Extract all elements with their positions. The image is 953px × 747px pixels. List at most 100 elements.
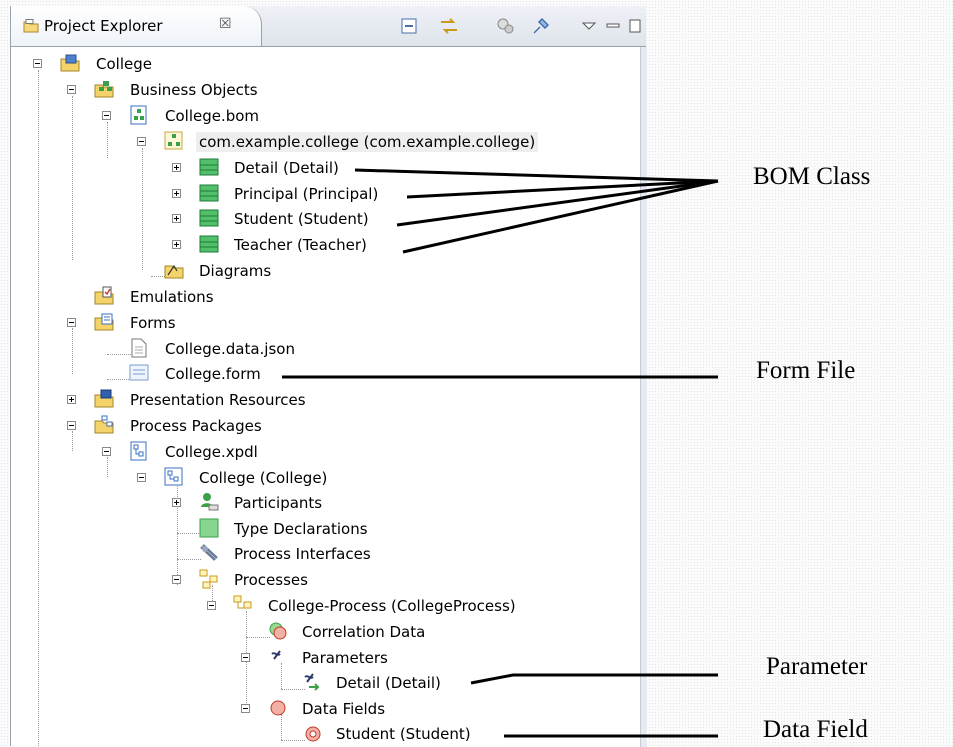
callout-bom-class: BOM Class bbox=[753, 163, 871, 190]
correlation-data-icon bbox=[269, 622, 287, 640]
tree-guide bbox=[107, 354, 131, 355]
process-packages-folder-icon bbox=[94, 415, 114, 434]
file-icon bbox=[131, 338, 147, 358]
tree-label: Business Objects bbox=[130, 81, 258, 99]
tree-guide bbox=[72, 328, 73, 374]
view-tab-bar: Project Explorer ☒ bbox=[11, 6, 646, 47]
class-icon bbox=[199, 235, 219, 253]
xpdl-file-icon bbox=[130, 441, 147, 461]
minimize-icon[interactable] bbox=[603, 16, 623, 36]
tree-guide bbox=[177, 559, 201, 560]
expand-icon[interactable] bbox=[172, 214, 181, 223]
project-explorer-tab[interactable]: Project Explorer ☒ bbox=[11, 6, 262, 46]
data-fields-icon bbox=[270, 700, 286, 716]
expand-icon[interactable] bbox=[172, 163, 181, 172]
tree-guide bbox=[246, 637, 270, 638]
pin-icon[interactable] bbox=[531, 16, 551, 36]
tree-guide bbox=[177, 533, 201, 534]
tree-label: Data Fields bbox=[302, 700, 386, 718]
tree-label: Correlation Data bbox=[302, 623, 426, 641]
process-package-icon bbox=[164, 467, 183, 486]
tree-guide bbox=[72, 431, 73, 451]
tree-guide bbox=[142, 148, 143, 270]
tree-label: Process Packages bbox=[130, 417, 262, 435]
expand-icon[interactable] bbox=[172, 498, 181, 507]
collapse-icon[interactable] bbox=[67, 85, 76, 94]
close-icon[interactable]: ☒ bbox=[219, 16, 232, 32]
tree-label: College (College) bbox=[199, 469, 328, 487]
process-icon bbox=[233, 595, 252, 609]
collapse-icon[interactable] bbox=[137, 137, 146, 146]
tree-label: Teacher (Teacher) bbox=[234, 236, 367, 254]
presentation-folder-icon bbox=[94, 389, 114, 408]
tree-label: College-Process (CollegeProcess) bbox=[268, 597, 516, 615]
business-objects-folder-icon bbox=[94, 81, 114, 98]
collapse-icon[interactable] bbox=[102, 447, 111, 456]
collapse-icon[interactable] bbox=[67, 421, 76, 430]
class-icon bbox=[199, 158, 219, 176]
tree-guide bbox=[107, 122, 108, 158]
tree-guide bbox=[38, 70, 39, 746]
tree-guide bbox=[107, 457, 108, 477]
tree-guide bbox=[107, 379, 131, 380]
project-folder-icon bbox=[60, 54, 80, 72]
tree-label: com.example.college (com.example.college… bbox=[196, 132, 539, 152]
participants-icon bbox=[201, 493, 219, 511]
diagrams-folder-icon bbox=[164, 264, 184, 279]
tree-label: College.data.json bbox=[165, 340, 295, 358]
tree-label: Forms bbox=[130, 314, 176, 332]
collapse-all-icon[interactable] bbox=[399, 16, 419, 36]
collapse-icon[interactable] bbox=[137, 473, 146, 482]
tree-guide bbox=[72, 96, 73, 260]
package-icon bbox=[164, 131, 183, 150]
scrollbar[interactable] bbox=[640, 47, 647, 747]
callout-data-field: Data Field bbox=[763, 716, 868, 743]
parameter-icon bbox=[304, 673, 320, 691]
tree-label: College.xpdl bbox=[165, 443, 258, 461]
tree-label: Student (Student) bbox=[336, 725, 471, 743]
tree-label: Detail (Detail) bbox=[234, 159, 339, 177]
collapse-icon[interactable] bbox=[67, 318, 76, 327]
data-field-icon bbox=[305, 726, 321, 742]
project-explorer-icon bbox=[23, 19, 39, 33]
expand-icon[interactable] bbox=[172, 189, 181, 198]
collapse-icon[interactable] bbox=[241, 704, 250, 713]
view-menu-icon[interactable] bbox=[579, 16, 599, 36]
tree-label: Emulations bbox=[130, 288, 214, 306]
link-with-editor-icon[interactable] bbox=[439, 16, 459, 36]
tree-label: Detail (Detail) bbox=[336, 674, 441, 692]
form-file-icon bbox=[129, 364, 149, 381]
tab-title: Project Explorer bbox=[44, 17, 163, 35]
tree-label: Diagrams bbox=[199, 262, 272, 280]
maximize-icon[interactable] bbox=[627, 16, 641, 36]
expand-icon[interactable] bbox=[172, 240, 181, 249]
emulations-folder-icon bbox=[94, 286, 114, 305]
callout-form-file: Form File bbox=[756, 357, 856, 384]
collapse-icon[interactable] bbox=[102, 111, 111, 120]
tree-label: College.form bbox=[165, 365, 261, 383]
tree-label: Participants bbox=[234, 494, 323, 512]
parameters-icon bbox=[271, 650, 281, 660]
collapse-icon[interactable] bbox=[33, 59, 42, 68]
expand-icon[interactable] bbox=[67, 395, 76, 404]
bom-file-icon bbox=[130, 105, 147, 125]
tree-guide bbox=[281, 689, 305, 690]
tree-label: Student (Student) bbox=[234, 210, 369, 228]
type-declarations-icon bbox=[199, 518, 219, 538]
filter-icon[interactable] bbox=[495, 16, 515, 36]
tree-guide bbox=[281, 740, 305, 741]
callout-parameter: Parameter bbox=[766, 653, 868, 680]
tree-label: Principal (Principal) bbox=[234, 185, 379, 203]
class-icon bbox=[199, 184, 219, 202]
tree-label: Parameters bbox=[302, 649, 388, 667]
collapse-icon[interactable] bbox=[241, 653, 250, 662]
tree-label: Presentation Resources bbox=[130, 391, 306, 409]
collapse-icon[interactable] bbox=[207, 601, 216, 610]
processes-icon bbox=[199, 569, 218, 589]
tree-label: Processes bbox=[234, 571, 308, 589]
collapse-icon[interactable] bbox=[172, 575, 181, 584]
tree-label: College bbox=[96, 55, 152, 73]
tree-label: Type Declarations bbox=[234, 520, 368, 538]
tree-guide bbox=[246, 611, 247, 713]
process-interfaces-icon bbox=[200, 544, 218, 561]
